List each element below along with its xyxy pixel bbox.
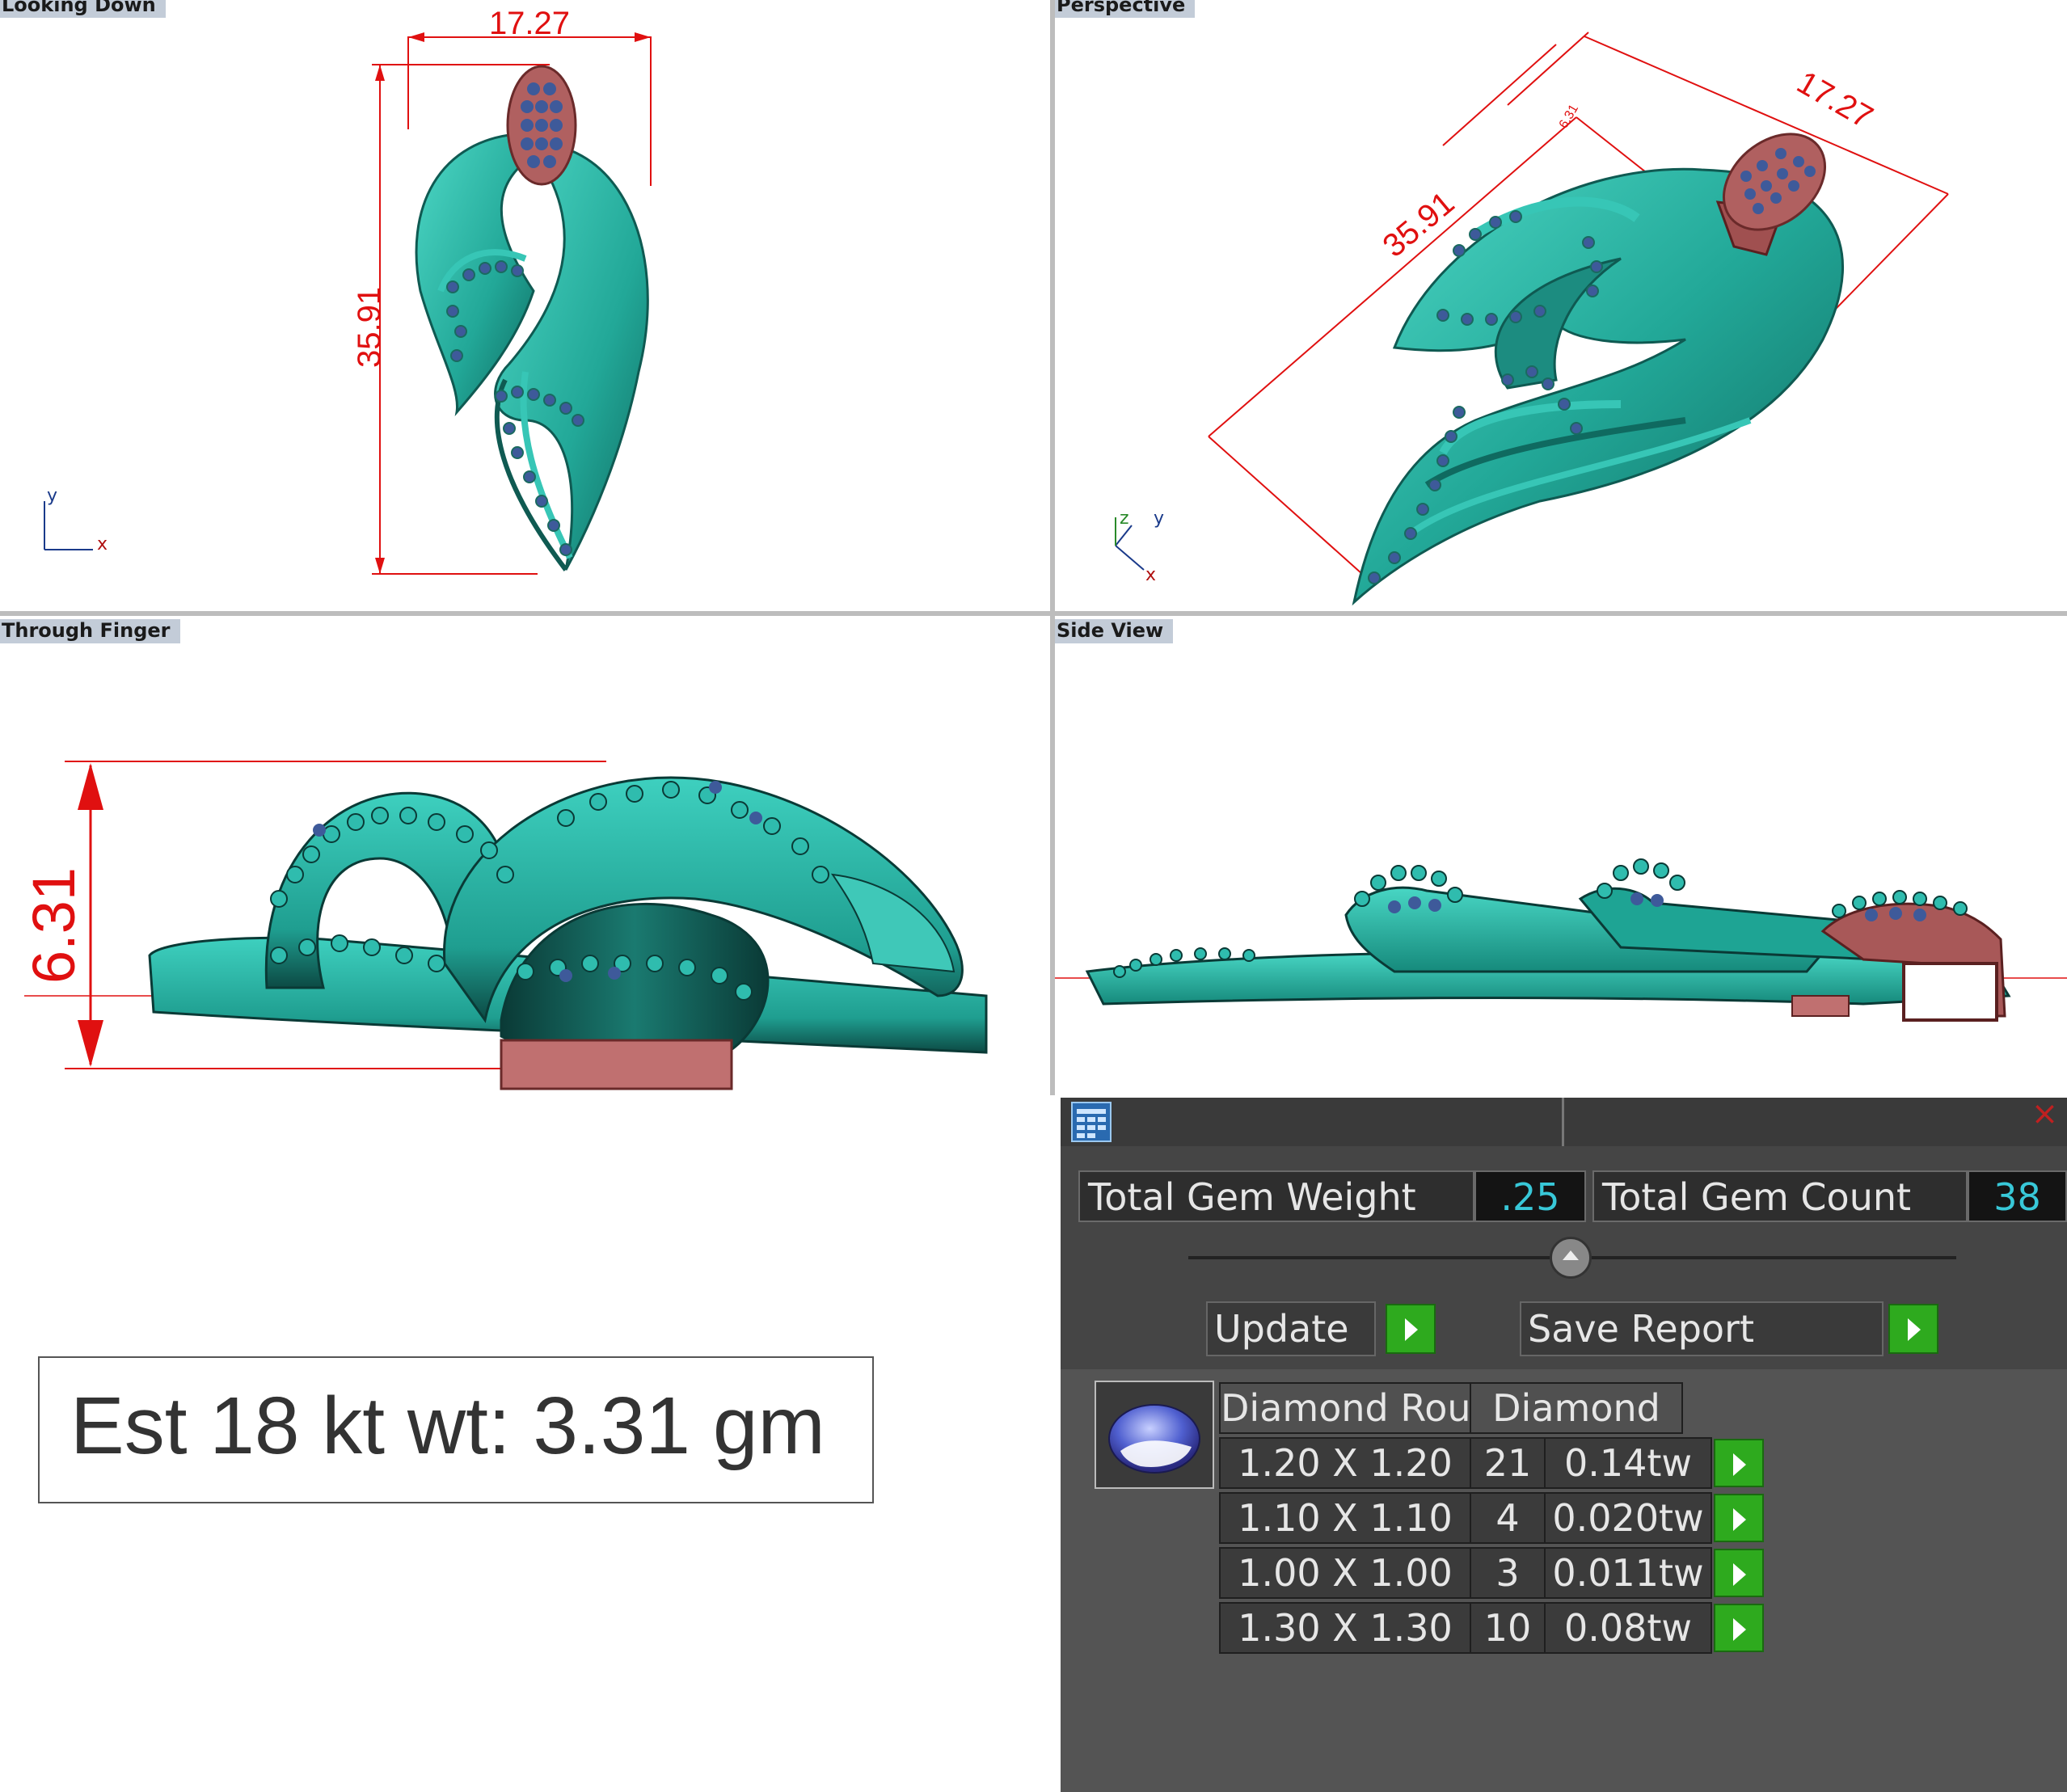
- row-play-icon[interactable]: [1714, 1494, 1764, 1542]
- table-row-count: 3: [1470, 1547, 1546, 1599]
- axis-z-label: z: [1120, 508, 1129, 529]
- total-gem-weight-value: .25: [1474, 1170, 1586, 1222]
- viewport-perspective[interactable]: Perspective 35.91 17.27 6.31 x y z: [1055, 0, 2067, 611]
- save-report-button[interactable]: Save Report: [1520, 1301, 1884, 1356]
- front-view-render: 6.31: [20, 761, 988, 1090]
- table-row-weight: 0.011tw: [1544, 1547, 1712, 1599]
- title-separator: [1562, 1098, 1564, 1146]
- side-view-render: [1055, 858, 2067, 1022]
- perspective-render: 35.91 17.27 6.31 x y z: [1115, 32, 1949, 606]
- diamond-round-thumbnail[interactable]: [1095, 1381, 1214, 1489]
- panel-splitter-handle[interactable]: [1550, 1237, 1592, 1279]
- total-gem-count-label: Total Gem Count: [1592, 1170, 1968, 1222]
- table-row-count: 4: [1470, 1492, 1546, 1544]
- panel-title-bar[interactable]: ×: [1061, 1098, 2067, 1146]
- dim-width-label: 17.27: [1791, 65, 1879, 136]
- row-play-icon[interactable]: [1714, 1439, 1764, 1487]
- viewport-divider-horizontal[interactable]: [0, 611, 2067, 616]
- dim-height-label: 6.31: [20, 867, 87, 984]
- table-row-size: 1.20 X 1.20: [1219, 1437, 1471, 1489]
- update-play-icon[interactable]: [1386, 1304, 1436, 1354]
- table-header-shape: Diamond Round: [1219, 1382, 1518, 1434]
- row-play-icon[interactable]: [1714, 1604, 1764, 1652]
- table-row-size: 1.00 X 1.00: [1219, 1547, 1471, 1599]
- total-gem-count-value: 38: [1968, 1170, 2067, 1222]
- axis-x-label: x: [1145, 565, 1156, 585]
- axis-y-label: y: [1154, 508, 1164, 529]
- dim-height-label: 35.91: [352, 287, 387, 368]
- metal-weight-box: Est 18 kt wt: 3.31 gm: [38, 1356, 874, 1503]
- table-row-count: 21: [1470, 1437, 1546, 1489]
- table-row-weight: 0.020tw: [1544, 1492, 1712, 1544]
- diamond-icon: [1108, 1404, 1200, 1474]
- metal-weight-text: Est 18 kt wt: 3.31 gm: [70, 1381, 825, 1471]
- total-gem-weight-label: Total Gem Weight: [1078, 1170, 1474, 1222]
- dim-length-label: 35.91: [1377, 185, 1462, 264]
- row-play-icon[interactable]: [1714, 1549, 1764, 1597]
- table-row-weight: 0.14tw: [1544, 1437, 1712, 1489]
- viewport-side-view[interactable]: Side View: [1055, 616, 2067, 1095]
- top-view-render: 17.27 35.91 x y: [44, 6, 652, 575]
- viewport-looking-down[interactable]: Looking Down 17.27 35.91 x y: [0, 0, 1050, 611]
- dim-small-label: 6.31: [1557, 102, 1581, 131]
- axis-x-label: x: [97, 534, 108, 554]
- table-header-type: Diamond: [1470, 1382, 1683, 1434]
- table-row-size: 1.10 X 1.10: [1219, 1492, 1471, 1544]
- viewport-through-finger[interactable]: Through Finger 6.31: [0, 616, 1050, 1095]
- save-report-play-icon[interactable]: [1888, 1304, 1938, 1354]
- table-row-count: 10: [1470, 1602, 1546, 1654]
- close-icon[interactable]: ×: [2023, 1098, 2067, 1130]
- actions-section: Update Save Report: [1061, 1288, 2067, 1369]
- dim-width-label: 17.27: [489, 6, 570, 41]
- table-row-weight: 0.08tw: [1544, 1602, 1712, 1654]
- axis-y-label: y: [47, 486, 57, 506]
- gem-report-panel: × Total Gem Weight .25 Total Gem Count 3…: [1061, 1098, 2067, 1792]
- viewport-divider-vertical[interactable]: [1050, 0, 1055, 1095]
- report-icon: [1071, 1102, 1112, 1142]
- table-row-size: 1.30 X 1.30: [1219, 1602, 1471, 1654]
- update-button[interactable]: Update: [1206, 1301, 1376, 1356]
